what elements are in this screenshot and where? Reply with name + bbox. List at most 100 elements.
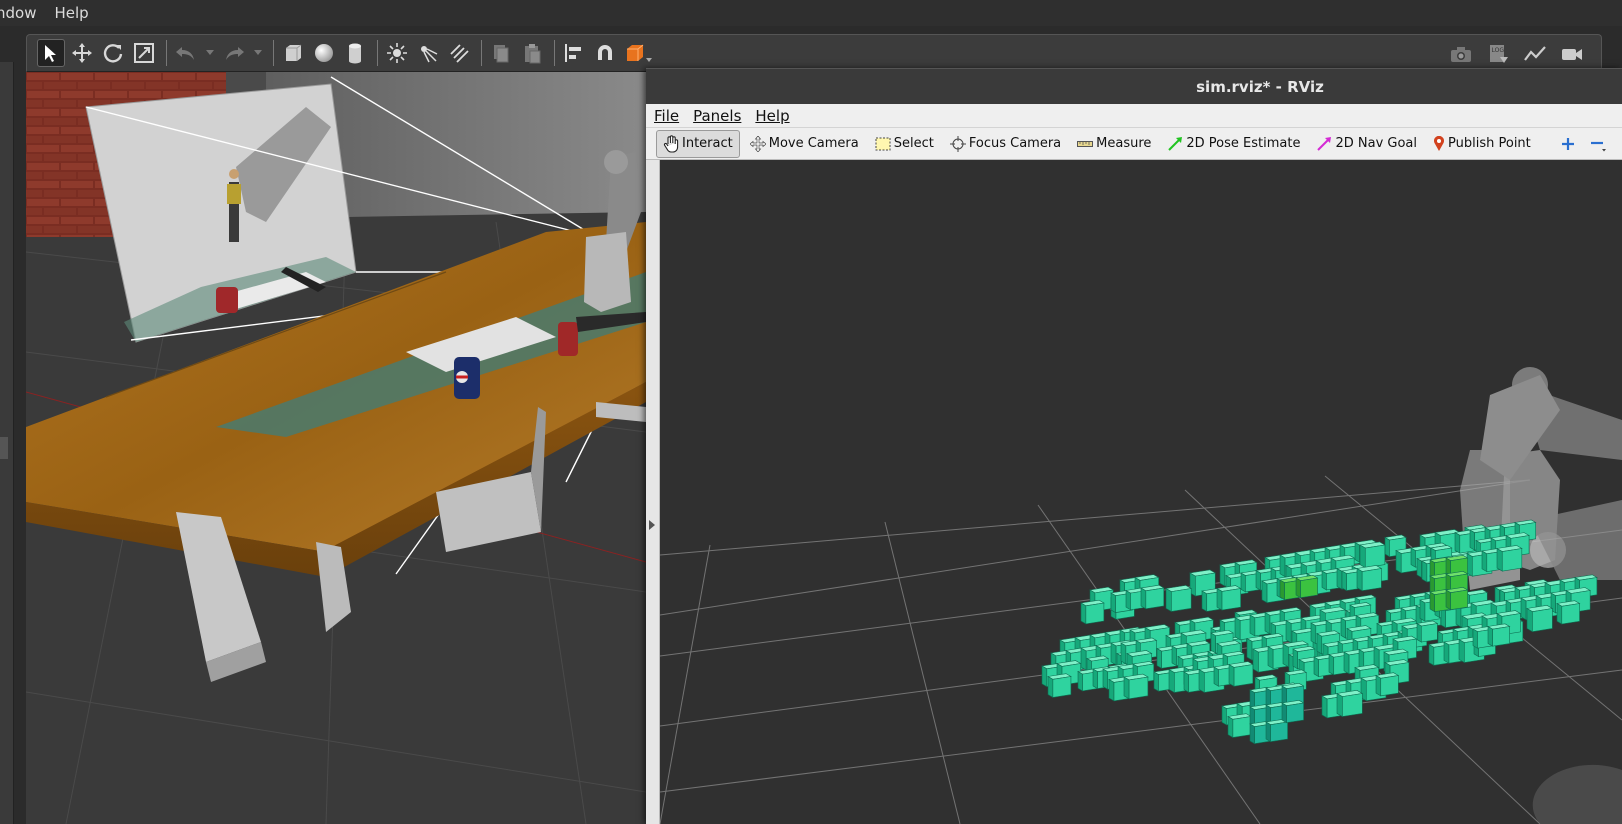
tool-publish-point[interactable]: Publish Point	[1427, 130, 1537, 158]
voxel-cube	[1165, 585, 1193, 612]
chevron-down-icon	[254, 50, 262, 55]
plot-button[interactable]	[1521, 40, 1549, 68]
voxel-cube	[1080, 599, 1105, 625]
ruler-icon	[1077, 140, 1094, 147]
tool-2d-pose-estimate[interactable]: 2D Pose Estimate	[1161, 130, 1306, 158]
point-light-button[interactable]	[383, 39, 411, 67]
voxel-cube	[1356, 565, 1383, 592]
tool-label: 2D Nav Goal	[1335, 136, 1418, 151]
gazebo-scene	[26, 72, 646, 824]
tool-select[interactable]: Select	[869, 130, 940, 158]
menu-help[interactable]: Help	[748, 107, 796, 125]
menu-file[interactable]: File	[646, 107, 686, 125]
select-icon	[875, 137, 891, 150]
move-arrows-icon	[72, 43, 92, 63]
voxel-cube	[1526, 605, 1554, 633]
tool-label: Select	[893, 136, 934, 151]
rviz-left-dock-handle[interactable]	[646, 160, 660, 824]
align-icon	[565, 44, 581, 62]
add-tool-button[interactable]	[1557, 130, 1582, 158]
toolbar-separator	[481, 40, 482, 66]
green-arrow-icon	[1168, 136, 1183, 151]
voxel-cube	[1496, 545, 1523, 572]
gazebo-menubar: ndow Help	[0, 0, 1622, 26]
scale-icon	[134, 43, 154, 63]
hand-icon	[663, 134, 679, 153]
redo-button[interactable]	[220, 39, 248, 67]
rviz-3d-view[interactable]	[660, 160, 1622, 824]
camera-icon	[1451, 47, 1471, 62]
screenshot-button[interactable]	[1447, 40, 1475, 68]
copy-icon	[494, 45, 509, 63]
redo-history-button[interactable]	[251, 39, 265, 67]
menu-window[interactable]: ndow	[0, 0, 45, 26]
voxel-cube	[1375, 672, 1400, 697]
gazebo-3d-viewport[interactable]	[26, 72, 646, 824]
minus-icon	[1590, 141, 1606, 151]
rviz-tools-toolbar: Interact Move Camera Select Focus Camera…	[646, 128, 1622, 160]
log-icon: LOG	[1490, 45, 1508, 63]
toolbar-separator	[166, 40, 167, 66]
focus-camera-icon	[949, 135, 966, 152]
spot-light-button[interactable]	[414, 39, 442, 67]
tool-label: 2D Pose Estimate	[1186, 136, 1301, 151]
plus-icon	[1561, 137, 1574, 150]
cylinder-icon	[349, 43, 361, 64]
tool-focus-camera[interactable]: Focus Camera	[944, 130, 1067, 158]
gazebo-toolbar: LOG	[26, 34, 1602, 72]
voxel-cube	[1047, 673, 1072, 698]
paste-button[interactable]	[518, 39, 546, 67]
remove-tool-button[interactable]	[1586, 130, 1615, 158]
snap-button[interactable]	[591, 39, 619, 67]
voxel-cube	[1336, 690, 1364, 718]
sphere-shape-button[interactable]	[310, 39, 338, 67]
undo-icon	[176, 47, 194, 60]
tool-2d-nav-goal[interactable]: 2D Nav Goal	[1310, 130, 1423, 158]
log-button[interactable]: LOG	[1484, 40, 1512, 68]
box-icon	[286, 44, 302, 61]
chevron-down-icon	[206, 50, 214, 55]
menu-panels[interactable]: Panels	[686, 107, 748, 125]
toolbar-separator	[273, 40, 274, 66]
box-shape-button[interactable]	[279, 39, 307, 67]
tool-label: Move Camera	[768, 136, 859, 151]
tool-label: Publish Point	[1448, 136, 1531, 151]
voxel-cube	[1416, 620, 1439, 643]
tool-measure[interactable]: Measure	[1071, 130, 1157, 158]
menu-help[interactable]: Help	[45, 0, 97, 26]
sun-light-icon	[387, 43, 407, 63]
align-button[interactable]	[560, 39, 588, 67]
gazebo-left-panel	[0, 62, 14, 824]
cylinder-shape-button[interactable]	[341, 39, 369, 67]
directional-light-button[interactable]	[445, 39, 473, 67]
panel-handle[interactable]	[0, 437, 8, 459]
tool-interact[interactable]: Interact	[656, 129, 740, 158]
video-camera-icon	[1562, 49, 1582, 60]
gazebo-toolbar-right: LOG	[1447, 40, 1589, 68]
expand-arrow-icon[interactable]	[649, 520, 655, 530]
translate-mode-button[interactable]	[68, 39, 96, 67]
tool-move-camera[interactable]: Move Camera	[744, 130, 865, 158]
directional-light-icon	[450, 44, 469, 63]
voxel-cube	[1123, 673, 1149, 700]
rviz-titlebar[interactable]: sim.rviz* - RViz	[646, 68, 1622, 104]
voxel-cube	[1140, 584, 1165, 610]
rotate-mode-button[interactable]	[99, 39, 127, 67]
move-camera-icon	[749, 135, 766, 152]
line-plot-icon	[1524, 46, 1546, 61]
voxel-cube	[1228, 661, 1254, 687]
undo-history-button[interactable]	[203, 39, 217, 67]
scale-mode-button[interactable]	[130, 39, 158, 67]
voxel-cube	[1216, 585, 1242, 611]
record-video-button[interactable]	[1558, 40, 1586, 68]
voxel-cube	[1445, 587, 1469, 611]
toolbar-separator	[554, 40, 555, 66]
select-mode-button[interactable]	[37, 39, 65, 67]
undo-button[interactable]	[172, 39, 200, 67]
rotate-icon	[103, 44, 123, 63]
voxel-cube	[1556, 600, 1581, 625]
toolbar-separator	[377, 40, 378, 66]
gazebo-panel-gap	[14, 62, 26, 824]
copy-button[interactable]	[487, 39, 515, 67]
view-angle-button[interactable]	[622, 39, 656, 67]
